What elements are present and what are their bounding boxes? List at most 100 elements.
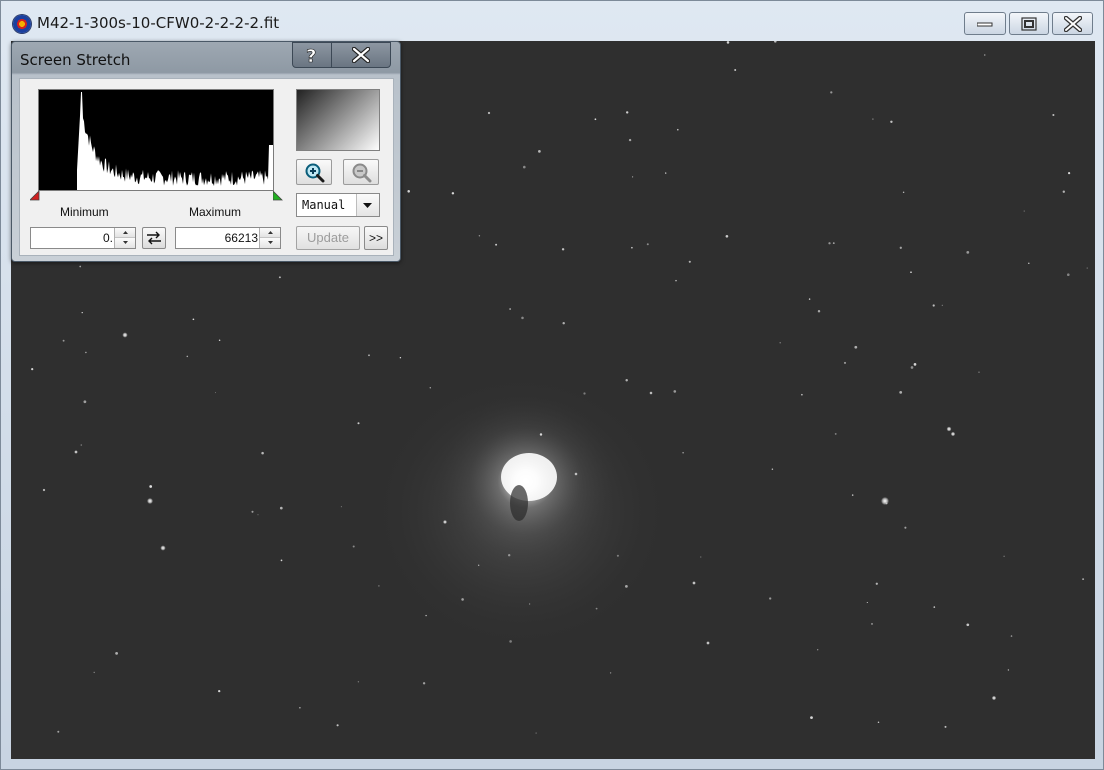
star: [625, 378, 628, 382]
screen-stretch-window: Screen Stretch ? Minimum Maximum 0. 6621…: [11, 41, 401, 262]
close-icon: [352, 47, 370, 63]
star: [368, 354, 370, 357]
minimum-input[interactable]: [33, 229, 113, 247]
chevron-down-icon: [363, 203, 372, 208]
star: [509, 308, 511, 310]
maximum-decrement-button[interactable]: [260, 238, 280, 248]
star: [378, 585, 380, 587]
maximize-button[interactable]: [1009, 12, 1049, 35]
maximum-label: Maximum: [189, 205, 242, 219]
star: [625, 585, 628, 588]
star: [734, 69, 737, 71]
star: [425, 614, 427, 617]
stretch-mode-dropdown-button[interactable]: [356, 194, 379, 216]
minimum-increment-button[interactable]: [115, 228, 135, 238]
star: [93, 671, 95, 674]
more-options-button[interactable]: >>: [364, 226, 388, 250]
stretch-mode-select[interactable]: Manual: [296, 193, 380, 217]
star: [609, 672, 612, 674]
title-bar[interactable]: M42-1-300s-10-CFW0-2-2-2-2.fit: [1, 1, 1103, 41]
star: [632, 176, 634, 178]
star: [631, 246, 633, 249]
star: [80, 444, 83, 446]
star: [677, 128, 679, 131]
star: [966, 623, 970, 627]
star: [646, 243, 649, 246]
star: [851, 494, 854, 496]
zoom-in-button[interactable]: [296, 159, 332, 185]
minimum-spin-arrows: [114, 228, 135, 248]
star: [478, 235, 481, 237]
bright-star: [692, 581, 696, 585]
close-button[interactable]: [1052, 12, 1093, 35]
star: [352, 545, 355, 548]
max-marker-icon[interactable]: [273, 191, 283, 201]
bright-star: [74, 450, 78, 454]
star: [561, 248, 565, 251]
maximum-increment-button[interactable]: [260, 228, 280, 238]
star: [625, 111, 629, 114]
star: [562, 321, 565, 325]
star: [407, 190, 410, 193]
star: [299, 706, 301, 709]
minimize-button[interactable]: [964, 12, 1006, 35]
star: [478, 564, 480, 566]
app-logo-icon: [13, 15, 31, 33]
star: [81, 311, 83, 314]
star: [771, 468, 774, 470]
histogram[interactable]: [38, 89, 274, 191]
star: [1007, 669, 1010, 671]
star: [429, 387, 431, 389]
star: [218, 339, 221, 341]
star: [192, 318, 195, 321]
star: [279, 506, 283, 510]
star: [682, 452, 684, 454]
star: [966, 251, 970, 254]
star: [801, 393, 803, 396]
star: [521, 316, 524, 320]
maximum-spinner: [175, 227, 281, 249]
star: [932, 304, 935, 307]
star: [941, 304, 943, 306]
star: [688, 260, 691, 263]
star: [1003, 555, 1005, 557]
screen-stretch-title: Screen Stretch: [20, 51, 131, 69]
star: [700, 556, 702, 558]
maximum-input[interactable]: [178, 229, 258, 247]
swap-arrows-icon: [147, 231, 161, 245]
down-arrow-icon: [123, 241, 128, 244]
star: [523, 165, 526, 169]
star: [726, 41, 730, 44]
star: [832, 242, 835, 244]
star: [186, 355, 189, 358]
star: [280, 559, 283, 562]
help-icon: ?: [306, 46, 317, 64]
star: [843, 361, 847, 364]
help-button[interactable]: ?: [292, 42, 332, 68]
star: [1052, 113, 1055, 117]
down-arrow-icon: [268, 241, 273, 244]
star: [149, 485, 153, 488]
star: [944, 725, 947, 728]
star: [774, 41, 777, 43]
star: [79, 265, 82, 268]
up-arrow-icon: [268, 231, 273, 234]
star: [910, 366, 914, 369]
zoom-out-button[interactable]: [343, 159, 379, 185]
star: [539, 433, 543, 436]
star: [1067, 273, 1070, 276]
star: [872, 118, 874, 120]
star: [451, 192, 455, 195]
star: [769, 597, 772, 600]
star: [583, 392, 586, 395]
screen-stretch-close-button[interactable]: [331, 42, 391, 68]
star: [904, 526, 907, 529]
star: [83, 400, 87, 404]
update-button[interactable]: Update: [296, 226, 360, 250]
swap-min-max-button[interactable]: [142, 227, 166, 249]
minimum-decrement-button[interactable]: [115, 238, 135, 248]
star: [508, 554, 511, 557]
min-marker-icon[interactable]: [30, 191, 40, 201]
bright-star: [42, 488, 46, 492]
histogram-fill: [39, 92, 273, 190]
